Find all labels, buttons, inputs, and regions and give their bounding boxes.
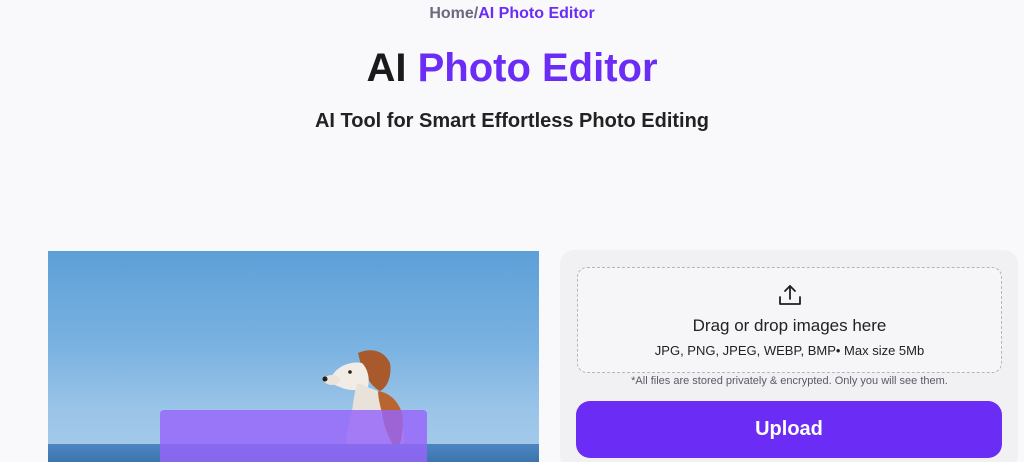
dropzone-formats: JPG, PNG, JPEG, WEBP, BMP• Max size 5Mb <box>654 343 925 358</box>
page-subtitle: AI Tool for Smart Effortless Photo Editi… <box>314 110 710 132</box>
page-title-accent: Photo Editor <box>417 46 658 90</box>
breadcrumb-current: AI Photo Editor <box>478 5 595 22</box>
preview-overlay <box>160 410 427 462</box>
upload-icon <box>779 285 801 305</box>
breadcrumb-home-link[interactable]: Home <box>429 5 473 22</box>
page-title-prefix: AI <box>366 46 407 90</box>
privacy-note: *All files are stored privately & encryp… <box>631 375 948 387</box>
dropzone-title: Drag or drop images here <box>692 316 887 335</box>
page-title: AI Photo Editor <box>0 46 1024 91</box>
breadcrumb: Home/AI Photo Editor <box>0 5 1024 23</box>
upload-button[interactable]: Upload <box>576 401 1002 458</box>
sample-photo-preview <box>48 251 539 462</box>
upload-dropzone[interactable]: Drag or drop images here JPG, PNG, JPEG,… <box>577 267 1002 373</box>
